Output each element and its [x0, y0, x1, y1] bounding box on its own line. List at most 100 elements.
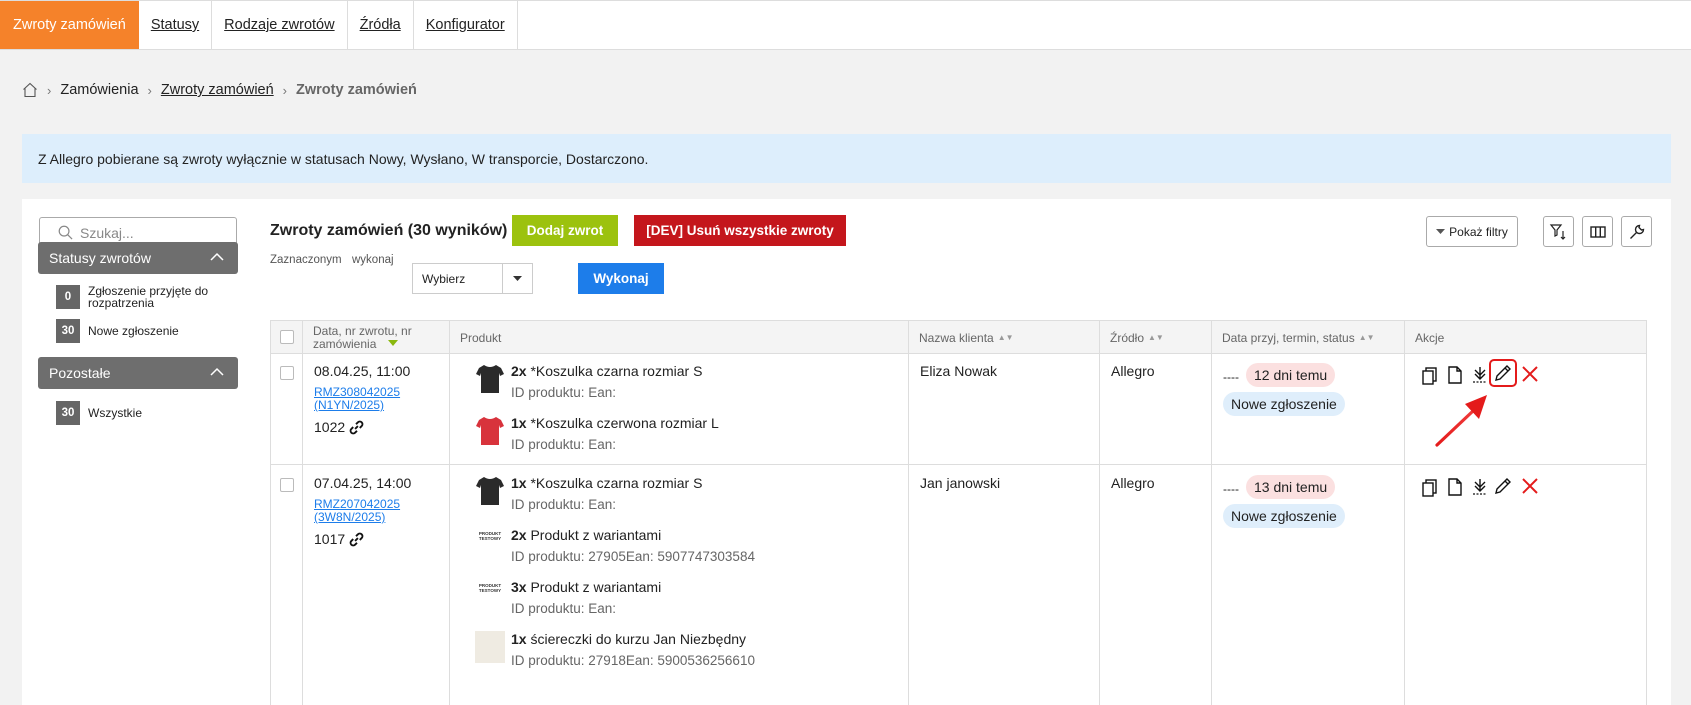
breadcrumb-separator: ›: [147, 82, 152, 98]
select-all-checkbox[interactable]: [280, 330, 294, 344]
copy-icon[interactable]: [1420, 478, 1440, 498]
search-placeholder: Szukaj...: [80, 225, 134, 241]
top-navigation: Zwroty zamówień Statusy Rodzaje zwrotów …: [0, 0, 1691, 50]
sidebar-section-pozostale[interactable]: Pozostałe: [38, 357, 238, 389]
columns-button[interactable]: [1582, 216, 1613, 247]
tab-zwroty-zamowien[interactable]: Zwroty zamówień: [0, 1, 139, 49]
breadcrumb-separator: ›: [282, 82, 288, 98]
bulk-action-select[interactable]: Wybierz: [412, 263, 533, 294]
chevron-up-icon[interactable]: [210, 252, 224, 262]
column-divider: [449, 321, 450, 705]
return-number-link[interactable]: RMZ308042025 (N1YN/2025): [314, 386, 400, 412]
col-header-dates-status-label: Data przyj, termin, status: [1222, 330, 1355, 345]
tab-rodzaje-zwrotow[interactable]: Rodzaje zwrotów: [212, 1, 348, 49]
filter-sort-button[interactable]: [1543, 216, 1574, 247]
sidebar-item-wszystkie[interactable]: 30 Wszystkie: [56, 401, 142, 425]
col-header-actions: Akcje: [1415, 330, 1445, 345]
list-title: Zwroty zamówień (30 wyników): [270, 222, 508, 239]
product-name[interactable]: 1x ściereczki do kurzu Jan Niezbędny: [511, 631, 746, 647]
settings-button[interactable]: [1621, 216, 1652, 247]
status-badge: Nowe zgłoszenie: [1223, 504, 1345, 528]
sidebar-section-statusy[interactable]: Statusy zwrotów: [38, 242, 238, 274]
return-date: 08.04.25, 11:00: [314, 363, 411, 379]
order-number: 1022: [314, 419, 364, 435]
product-thumbnail: PRODUKT TESTOWY: [478, 583, 502, 593]
columns-icon: [1589, 225, 1606, 238]
column-divider: [1404, 321, 1405, 705]
product-name[interactable]: 1x *Koszulka czerwona rozmiar L: [511, 415, 719, 431]
product-name[interactable]: 2x Produkt z wariantami: [511, 527, 661, 543]
bulk-action-select-value: Wybierz: [422, 271, 466, 286]
product-name[interactable]: 3x Produkt z wariantami: [511, 579, 661, 595]
column-divider: [1099, 321, 1100, 705]
col-header-source[interactable]: Źródło ▲▼: [1099, 321, 1164, 354]
link-icon[interactable]: [349, 532, 364, 547]
close-icon[interactable]: [1520, 364, 1540, 384]
sidebar-item-nowe-zgloszenie[interactable]: 30 Nowe zgłoszenie: [56, 319, 179, 343]
select-arrow[interactable]: [502, 264, 532, 293]
product-thumbnail: [476, 417, 504, 445]
pencil-icon[interactable]: [1493, 363, 1513, 383]
return-order-ref: (3W8N/2025): [314, 510, 386, 524]
tab-statusy[interactable]: Statusy: [139, 1, 213, 49]
product-name[interactable]: 2x *Koszulka czarna rozmiar S: [511, 363, 702, 379]
col-header-product: Produkt: [460, 330, 502, 345]
return-number-link[interactable]: RMZ207042025 (3W8N/2025): [314, 498, 400, 524]
add-return-button[interactable]: Dodaj zwrot: [512, 215, 618, 246]
col-header-dates-status[interactable]: Data przyj, termin, status ▲▼: [1211, 321, 1375, 354]
accepted-date: ----: [1223, 370, 1239, 384]
product-title: Produkt z wariantami: [530, 527, 662, 543]
product-name[interactable]: 1x *Koszulka czarna rozmiar S: [511, 475, 702, 491]
sidebar-section-title: Statusy zwrotów: [49, 250, 151, 266]
breadcrumb-item-zwroty-link[interactable]: Zwroty zamówień: [161, 82, 274, 98]
product-title: Produkt z wariantami: [530, 579, 662, 595]
tab-zrodla[interactable]: Źródła: [348, 1, 414, 49]
product-title: ściereczki do kurzu Jan Niezbędny: [530, 631, 747, 647]
sort-desc-icon[interactable]: [388, 340, 398, 346]
column-divider: [1211, 321, 1212, 705]
product-thumbnail: [476, 365, 504, 393]
deadline-badge: 12 dni temu: [1246, 363, 1336, 387]
product-title: *Koszulka czerwona rozmiar L: [530, 415, 719, 431]
product-thumbnail: [476, 477, 504, 505]
product-id: ID produktu: Ean:: [511, 497, 617, 512]
sidebar-section-title: Pozostałe: [49, 365, 111, 381]
show-filters-button[interactable]: Pokaż filtry: [1426, 216, 1518, 247]
product-id: ID produktu: 27918Ean: 5900536256610: [511, 653, 755, 668]
link-icon[interactable]: [349, 420, 364, 435]
sort-icon[interactable]: ▲▼: [1359, 333, 1375, 342]
row-checkbox[interactable]: [280, 366, 294, 380]
col-header-date[interactable]: Data, nr zwrotu, nr zamówienia: [302, 321, 449, 354]
product-title: *Koszulka czarna rozmiar S: [530, 363, 703, 379]
sidebar-item-label: Nowe zgłoszenie: [88, 324, 179, 338]
breadcrumb-item-zamowienia[interactable]: Zamówienia: [60, 82, 138, 98]
product-title: *Koszulka czarna rozmiar S: [530, 475, 703, 491]
product-id: ID produktu: Ean:: [511, 437, 617, 452]
returns-table: Data, nr zwrotu, nr zamówienia Produkt N…: [270, 320, 1647, 705]
col-header-client[interactable]: Nazwa klienta ▲▼: [908, 321, 1014, 354]
sidebar-item-zgloszenie-przyjete[interactable]: 0 Zgłoszenie przyjęte do rozpatrzenia: [56, 285, 213, 309]
caret-down-icon: [1436, 228, 1446, 234]
delete-all-returns-button[interactable]: [DEV] Usuń wszystkie zwroty: [634, 215, 846, 246]
product-qty: 1x: [511, 475, 527, 491]
order-number: 1017: [314, 531, 364, 547]
download-icon[interactable]: [1470, 477, 1490, 497]
chevron-up-icon[interactable]: [210, 367, 224, 377]
status-badge: Nowe zgłoszenie: [1223, 392, 1345, 416]
home-icon[interactable]: [22, 82, 38, 98]
row-divider: [271, 464, 1646, 465]
execute-button[interactable]: Wykonaj: [578, 263, 664, 294]
pencil-icon[interactable]: [1493, 476, 1513, 496]
document-icon[interactable]: [1445, 477, 1465, 497]
row-checkbox[interactable]: [280, 478, 294, 492]
show-filters-label: Pokaż filtry: [1449, 224, 1508, 239]
tab-konfigurator[interactable]: Konfigurator: [414, 1, 518, 49]
sort-icon[interactable]: ▲▼: [1148, 333, 1164, 342]
filter-sort-icon: [1549, 223, 1565, 240]
close-icon[interactable]: [1520, 476, 1540, 496]
product-thumbnail: PRODUKT TESTOWY: [478, 531, 502, 541]
sort-icon[interactable]: ▲▼: [998, 333, 1014, 342]
return-order-ref: (N1YN/2025): [314, 398, 385, 412]
caret-down-icon: [513, 275, 522, 281]
breadcrumb-item-current: Zwroty zamówień: [296, 82, 417, 98]
